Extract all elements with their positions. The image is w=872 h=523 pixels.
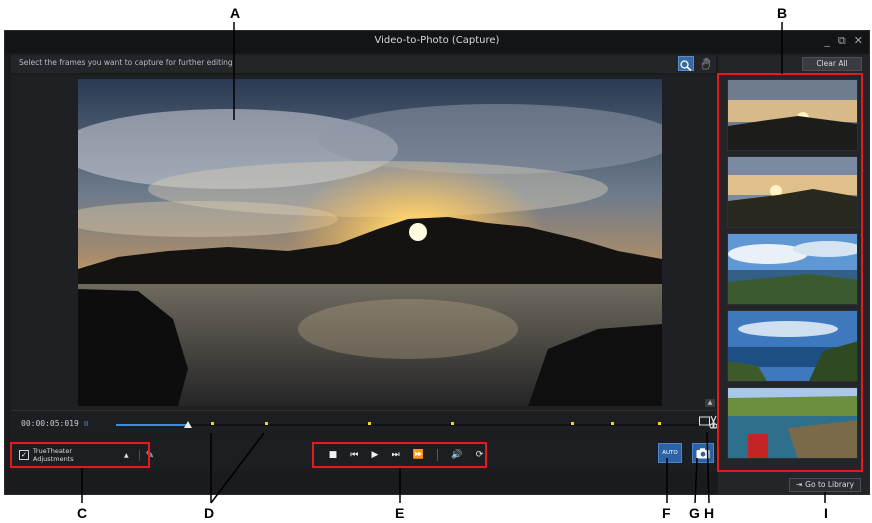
capture-marker[interactable]	[368, 422, 371, 425]
capture-marker[interactable]	[211, 422, 214, 425]
minimize-icon[interactable]: _	[824, 34, 830, 48]
clear-all-button[interactable]: Clear All	[802, 57, 862, 71]
instruction-text: Select the frames you want to capture fo…	[19, 58, 236, 67]
callout-i: I	[824, 505, 828, 521]
camera-icon	[696, 448, 710, 459]
thumbnail-image	[728, 311, 857, 381]
stop-icon[interactable]: ■	[329, 450, 338, 460]
previous-frame-icon[interactable]: ⏮	[350, 450, 358, 460]
pause-indicator[interactable]: II	[84, 420, 88, 428]
timeline-track[interactable]	[116, 421, 706, 428]
capture-marker[interactable]	[265, 422, 268, 425]
pan-button[interactable]	[699, 56, 715, 71]
callout-g: G	[689, 505, 700, 521]
capture-camera-button[interactable]	[692, 443, 714, 463]
auto-capture-button[interactable]: AUTO	[658, 443, 682, 463]
speed-timer-icon[interactable]: ⟳	[476, 450, 484, 460]
captured-frames-panel: Clear All	[718, 55, 869, 494]
timeline-progress	[116, 424, 187, 426]
app-window: Video-to-Photo (Capture) _ ⧉ ✕ Select th…	[4, 30, 870, 495]
control-bar: ✓ TrueTheater Adjustments ▲ ✎ ■ ⏮ ▶ ⏭ ⏩ …	[11, 439, 716, 471]
callout-h: H	[704, 505, 715, 521]
timecode-display: 00:00:05:019	[21, 419, 79, 428]
capture-marker[interactable]	[611, 422, 614, 425]
fast-forward-icon[interactable]: ⏩	[413, 450, 424, 460]
callout-a: A	[230, 5, 241, 21]
restore-icon[interactable]: ⧉	[838, 34, 846, 48]
go-to-library-button[interactable]: ⇥ Go to Library	[789, 478, 861, 492]
screenshot-stage: A B C D E F G H I Video-to-Photo (Captur…	[0, 0, 872, 523]
callout-e: E	[395, 505, 405, 521]
thumbnail-image	[728, 80, 857, 150]
thumbnail-image	[728, 157, 857, 227]
video-frame[interactable]	[78, 79, 662, 406]
capture-marker[interactable]	[451, 422, 454, 425]
magnifier-icon	[680, 60, 692, 72]
instruction-bar: Select the frames you want to capture fo…	[11, 55, 716, 73]
callout-d: D	[204, 505, 215, 521]
library-export-icon: ⇥	[795, 480, 803, 489]
window-controls: _ ⧉ ✕	[824, 34, 863, 48]
next-frame-icon[interactable]: ⏭	[392, 450, 400, 460]
playback-controls: ■ ⏮ ▶ ⏭ ⏩ 🔊 ⟳	[318, 444, 494, 466]
callout-b: B	[777, 5, 788, 21]
thumbnail-image	[728, 388, 857, 458]
sunset-frame-image	[78, 79, 662, 406]
captured-thumbnail[interactable]	[727, 387, 858, 459]
callout-f: F	[662, 505, 671, 521]
play-icon[interactable]: ▶	[372, 450, 379, 460]
expand-up-icon[interactable]: ▲	[705, 399, 715, 407]
trutheater-label: TrueTheater Adjustments	[32, 447, 74, 463]
capture-marker[interactable]	[658, 422, 661, 425]
volume-icon[interactable]: 🔊	[451, 450, 462, 460]
trutheater-dropdown-icon[interactable]: ▲	[124, 452, 129, 459]
thumbnail-image	[728, 234, 857, 304]
callout-c: C	[77, 505, 88, 521]
zoom-button[interactable]	[678, 56, 694, 72]
trutheater-group: ✓ TrueTheater Adjustments ▲ ✎	[16, 444, 154, 466]
close-icon[interactable]: ✕	[854, 34, 863, 48]
divider	[437, 449, 439, 461]
window-title: Video-to-Photo (Capture)	[374, 35, 500, 46]
captured-thumbnail[interactable]	[727, 79, 858, 151]
hand-icon	[701, 58, 711, 70]
scissors-glyph	[699, 415, 718, 429]
captured-thumbnail[interactable]	[727, 310, 858, 382]
captured-thumbnail[interactable]	[727, 233, 858, 305]
captured-thumbnail[interactable]	[727, 156, 858, 228]
title-bar: Video-to-Photo (Capture) _ ⧉ ✕	[5, 31, 869, 53]
timeline-bar: 00:00:05:019 II ▲	[11, 399, 718, 438]
edit-pen-icon[interactable]: ✎	[138, 449, 154, 461]
trutheater-checkbox[interactable]: ✓	[19, 450, 29, 460]
video-preview	[11, 75, 716, 410]
thumbnail-list	[722, 77, 865, 475]
capture-marker[interactable]	[571, 422, 574, 425]
playhead-slider[interactable]	[184, 421, 192, 428]
split-scissors-icon[interactable]	[699, 415, 718, 429]
go-to-library-label: Go to Library	[805, 480, 855, 489]
